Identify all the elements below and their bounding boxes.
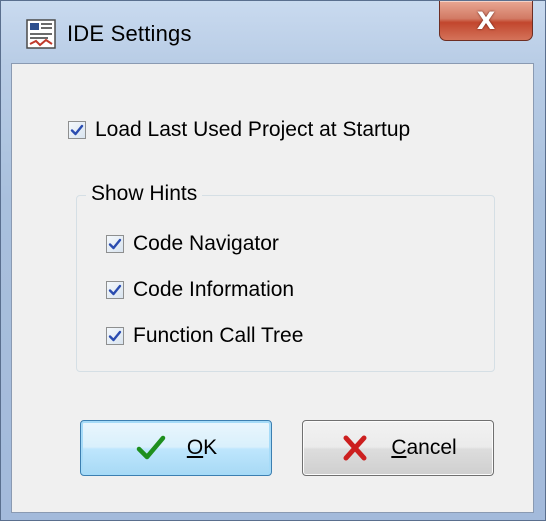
window-title: IDE Settings [67, 21, 192, 46]
cancel-label: Cancel [391, 436, 456, 460]
checkbox-box[interactable] [106, 327, 124, 345]
cancel-button[interactable]: Cancel [302, 420, 494, 476]
checkbox-box[interactable] [106, 281, 124, 299]
function-call-tree-label: Function Call Tree [133, 324, 304, 347]
title-bar[interactable]: IDE Settings X [1, 1, 545, 63]
ok-label: OK [187, 436, 217, 460]
close-button[interactable]: X [439, 1, 533, 41]
ok-label-rest: K [203, 436, 218, 459]
code-information-checkbox[interactable]: Code Information [106, 278, 294, 302]
red-x-icon [343, 435, 367, 461]
dialog-client-area: Load Last Used Project at Startup Show H… [11, 63, 534, 513]
checkmark-icon [108, 238, 122, 250]
ok-mnemonic: O [186, 436, 204, 459]
load-last-project-label: Load Last Used Project at Startup [95, 118, 411, 141]
dialog-window: IDE Settings X Load Last Used Project at… [0, 0, 546, 521]
ide-settings-icon [26, 19, 56, 49]
code-information-label: Code Information [133, 278, 295, 301]
ok-button[interactable]: OK [80, 420, 272, 476]
checkmark-icon [136, 435, 166, 460]
close-icon: X [476, 7, 496, 35]
cancel-mnemonic: C [391, 436, 407, 459]
code-navigator-checkbox[interactable]: Code Navigator [106, 232, 279, 256]
show-hints-group: Show Hints Code Navigator Code Informati… [76, 182, 495, 372]
checkmark-icon [108, 284, 122, 296]
checkbox-box[interactable] [106, 235, 124, 253]
function-call-tree-checkbox[interactable]: Function Call Tree [106, 324, 303, 348]
load-last-project-checkbox[interactable]: Load Last Used Project at Startup [68, 118, 410, 142]
code-navigator-label: Code Navigator [133, 232, 279, 255]
checkmark-icon [70, 124, 84, 136]
show-hints-title: Show Hints [86, 182, 203, 206]
cancel-label-rest: ancel [406, 436, 457, 459]
checkbox-box[interactable] [68, 121, 86, 139]
checkmark-icon [108, 330, 122, 342]
